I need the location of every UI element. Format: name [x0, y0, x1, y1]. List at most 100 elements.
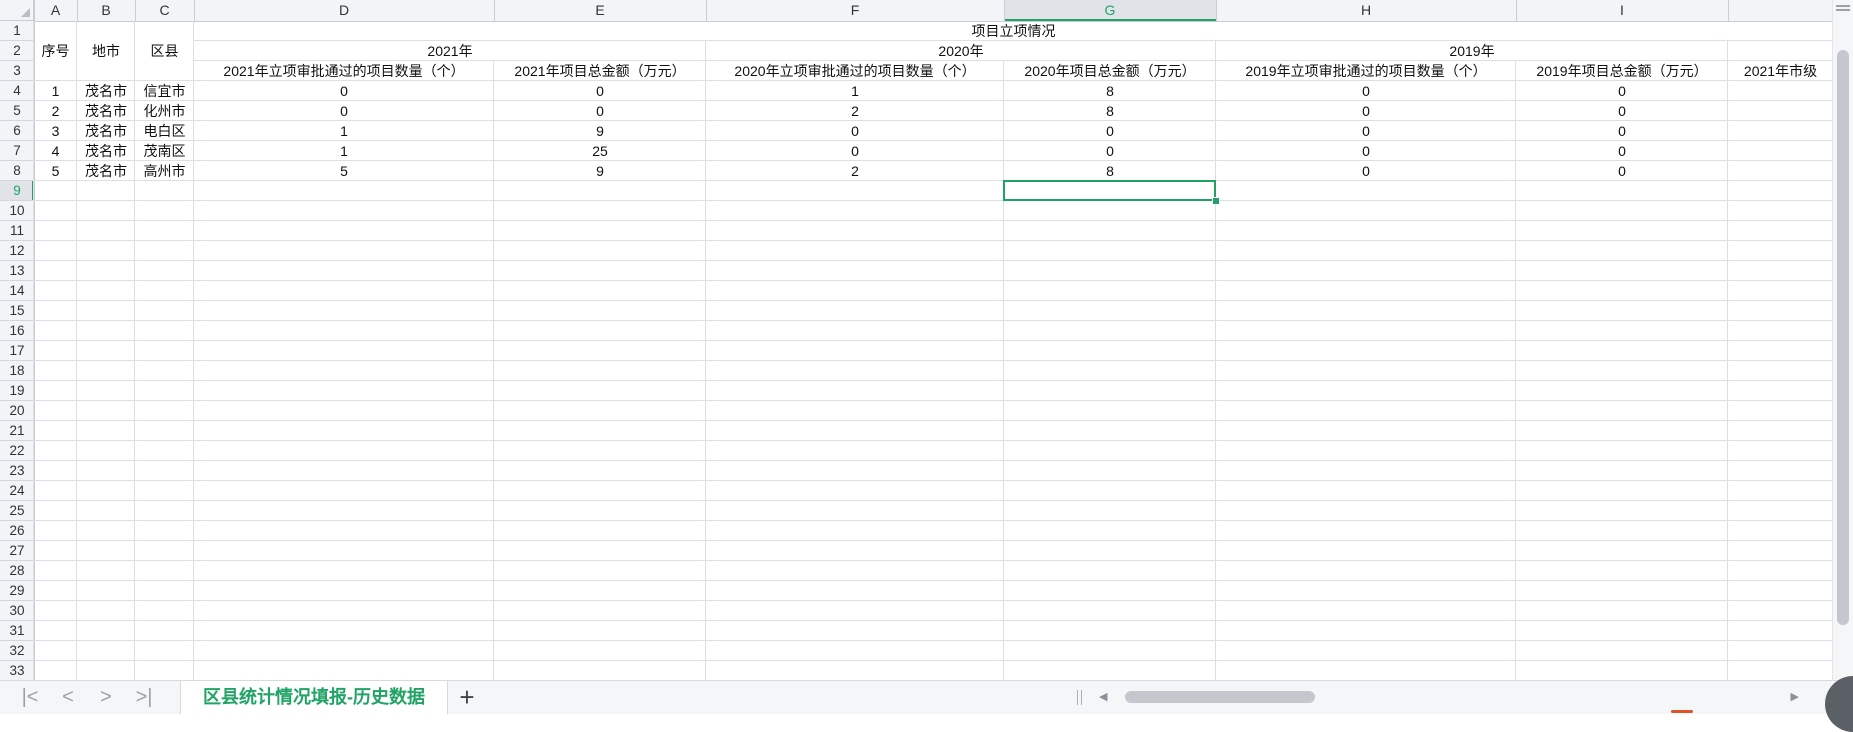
spreadsheet-grid[interactable]: A B C D E F G H I 1 2 3 4 5 6 7 8 9 10 11 12 13 14 15 16 17 18 19 20…	[0, 0, 1833, 680]
table-cell[interactable]: 1	[194, 141, 494, 161]
table-cell[interactable]: 9	[494, 121, 706, 141]
row-header-15[interactable]: 15	[0, 301, 34, 321]
row-header-32[interactable]: 32	[0, 641, 34, 661]
table-cell[interactable]: 1	[706, 81, 1004, 101]
row-header-19[interactable]: 19	[0, 381, 34, 401]
table-cell[interactable]: 化州市	[135, 101, 194, 121]
scroll-left-icon[interactable]: ◀	[1099, 687, 1107, 707]
table-cell[interactable]: 高州市	[135, 161, 194, 181]
column-header-a[interactable]: A	[34, 0, 77, 21]
column-header-c[interactable]: C	[135, 0, 194, 21]
row-header-24[interactable]: 24	[0, 481, 34, 501]
horizontal-scrollbar[interactable]: ◀ ▶	[1095, 687, 1803, 707]
table-cell[interactable]: 0	[1216, 81, 1516, 101]
row-header-8[interactable]: 8	[0, 161, 34, 181]
row-header-28[interactable]: 28	[0, 561, 34, 581]
table-cell[interactable]: 2	[34, 101, 77, 121]
vertical-scroll-thumb[interactable]	[1837, 50, 1849, 625]
prev-sheet-icon[interactable]: <	[54, 685, 82, 709]
table-cell[interactable]: 1	[34, 81, 77, 101]
table-cell[interactable]: 9	[494, 161, 706, 181]
vertical-scrollbar[interactable]	[1832, 0, 1853, 680]
row-header-3[interactable]: 3	[0, 61, 34, 81]
column-header-f[interactable]: F	[706, 0, 1004, 21]
row-header-9[interactable]: 9	[0, 181, 34, 201]
table-cell[interactable]: 0	[706, 141, 1004, 161]
table-cell[interactable]: 0	[1216, 101, 1516, 121]
table-cell[interactable]: 8	[1004, 81, 1216, 101]
table-cell[interactable]: 茂南区	[135, 141, 194, 161]
table-cell[interactable]: 0	[1216, 121, 1516, 141]
row-header-18[interactable]: 18	[0, 361, 34, 381]
row-header-17[interactable]: 17	[0, 341, 34, 361]
table-cell[interactable]: 0	[1216, 161, 1516, 181]
row-header-33[interactable]: 33	[0, 661, 34, 680]
table-cell[interactable]: 0	[1516, 141, 1728, 161]
column-header-i[interactable]: I	[1516, 0, 1728, 21]
row-header-25[interactable]: 25	[0, 501, 34, 521]
table-cell[interactable]: 0	[494, 101, 706, 121]
table-cell[interactable]: 3	[34, 121, 77, 141]
table-cell[interactable]: 0	[1516, 101, 1728, 121]
row-header-29[interactable]: 29	[0, 581, 34, 601]
row-header-4[interactable]: 4	[0, 81, 34, 101]
row-header-20[interactable]: 20	[0, 401, 34, 421]
row-header-7[interactable]: 7	[0, 141, 34, 161]
table-cell[interactable]: 0	[194, 81, 494, 101]
add-sheet-button[interactable]: +	[452, 683, 482, 711]
row-header-11[interactable]: 11	[0, 221, 34, 241]
row-header-12[interactable]: 12	[0, 241, 34, 261]
first-sheet-icon[interactable]: |<	[16, 685, 44, 709]
table-cell[interactable]: 0	[1004, 121, 1216, 141]
table-cell[interactable]: 8	[1004, 161, 1216, 181]
row-header-6[interactable]: 6	[0, 121, 34, 141]
row-header-22[interactable]: 22	[0, 441, 34, 461]
table-cell[interactable]: 茂名市	[77, 141, 135, 161]
row-header-1[interactable]: 1	[0, 21, 34, 41]
row-header-21[interactable]: 21	[0, 421, 34, 441]
row-header-26[interactable]: 26	[0, 521, 34, 541]
floating-assistant-button[interactable]	[1825, 676, 1853, 732]
table-cell[interactable]: 茂名市	[77, 161, 135, 181]
row-header-27[interactable]: 27	[0, 541, 34, 561]
table-cell[interactable]: 0	[194, 101, 494, 121]
column-header-h[interactable]: H	[1216, 0, 1516, 21]
select-all-corner[interactable]	[0, 0, 34, 21]
table-cell[interactable]: 茂名市	[77, 81, 135, 101]
scroll-right-icon[interactable]: ▶	[1791, 687, 1799, 707]
table-cell[interactable]: 0	[494, 81, 706, 101]
table-cell[interactable]: 0	[1216, 141, 1516, 161]
table-cell[interactable]: 0	[1516, 81, 1728, 101]
table-cell[interactable]: 1	[194, 121, 494, 141]
column-header-e[interactable]: E	[494, 0, 706, 21]
row-header-31[interactable]: 31	[0, 621, 34, 641]
column-header-d[interactable]: D	[194, 0, 494, 21]
fill-handle[interactable]	[1212, 197, 1220, 205]
table-cell[interactable]: 5	[34, 161, 77, 181]
last-sheet-icon[interactable]: >|	[130, 685, 158, 709]
table-cell[interactable]: 0	[1516, 161, 1728, 181]
row-header-5[interactable]: 5	[0, 101, 34, 121]
row-header-30[interactable]: 30	[0, 601, 34, 621]
row-header-13[interactable]: 13	[0, 261, 34, 281]
sheet-tab-history[interactable]: 区县统计情况填报-历史数据	[180, 681, 448, 714]
table-cell[interactable]: 2	[706, 161, 1004, 181]
column-header-g[interactable]: G	[1004, 0, 1216, 21]
table-cell[interactable]: 茂名市	[77, 121, 135, 141]
row-header-10[interactable]: 10	[0, 201, 34, 221]
scroll-menu-icon[interactable]	[1836, 5, 1850, 15]
table-cell[interactable]: 2	[706, 101, 1004, 121]
tab-splitter-handle[interactable]	[1077, 690, 1082, 705]
row-header-16[interactable]: 16	[0, 321, 34, 341]
table-cell[interactable]: 0	[1004, 141, 1216, 161]
row-header-23[interactable]: 23	[0, 461, 34, 481]
table-cell[interactable]: 5	[194, 161, 494, 181]
row-header-2[interactable]: 2	[0, 41, 34, 61]
table-cell[interactable]: 25	[494, 141, 706, 161]
table-cell[interactable]: 信宜市	[135, 81, 194, 101]
row-header-14[interactable]: 14	[0, 281, 34, 301]
table-cell[interactable]: 电白区	[135, 121, 194, 141]
table-cell[interactable]: 0	[706, 121, 1004, 141]
table-cell[interactable]: 0	[1516, 121, 1728, 141]
table-cell[interactable]: 4	[34, 141, 77, 161]
